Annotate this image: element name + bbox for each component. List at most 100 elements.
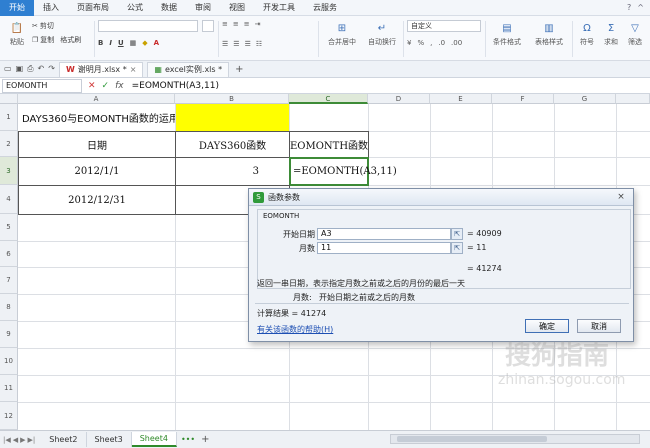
format-painter-button[interactable]: 格式刷 <box>60 35 81 45</box>
row-header[interactable]: 11 <box>0 375 18 402</box>
conditional-format-button[interactable]: ▤ 条件格式 <box>489 20 525 47</box>
collapse-dialog-icon[interactable]: ⇱ <box>451 242 463 254</box>
menu-developer[interactable]: 开发工具 <box>254 0 304 16</box>
redo-icon[interactable]: ↷ <box>48 64 55 74</box>
number-format-select[interactable]: 自定义 <box>407 20 481 32</box>
menu-formulas[interactable]: 公式 <box>118 0 152 16</box>
column-header[interactable]: B <box>175 94 289 104</box>
row-header[interactable]: 10 <box>0 348 18 375</box>
cell-a1[interactable]: DAYS360与EOMONTH函数的运用 <box>18 104 175 131</box>
align-top-icon[interactable]: ≡ <box>222 20 228 28</box>
menu-view[interactable]: 视图 <box>220 0 254 16</box>
paste-button[interactable]: 📋 粘贴 <box>4 20 30 47</box>
menu-page-layout[interactable]: 页面布局 <box>68 0 118 16</box>
menu-data[interactable]: 数据 <box>152 0 186 16</box>
collapse-dialog-icon[interactable]: ⇱ <box>451 228 463 240</box>
scrollbar-thumb[interactable] <box>397 436 547 442</box>
next-sheet-icon[interactable]: ▶ <box>20 436 25 444</box>
save-icon[interactable]: ▣ <box>16 64 24 74</box>
ok-button[interactable]: 确定 <box>525 319 569 333</box>
formula-input[interactable]: =EOMONTH(A3,11) <box>132 81 219 91</box>
months-input[interactable]: 11 <box>317 242 451 254</box>
cell-c3[interactable]: =EOMONTH(A3,11) <box>289 157 397 186</box>
column-header[interactable]: C <box>289 94 368 104</box>
percent-icon[interactable]: % <box>417 39 424 47</box>
document-tab[interactable]: ▦ excel实例.xls * <box>147 61 230 77</box>
filter-button[interactable]: ▽ 筛选 <box>624 20 646 47</box>
merge-center-button[interactable]: ⊞ 合并居中 <box>322 20 362 47</box>
select-all-corner[interactable] <box>0 94 18 104</box>
cell-b2[interactable]: DAYS360函数 <box>175 131 290 158</box>
close-tab-icon[interactable]: × <box>130 65 137 74</box>
cell-a4[interactable]: 2012/12/31 <box>18 185 176 215</box>
column-header[interactable]: D <box>368 94 430 104</box>
increase-decimal-icon[interactable]: .0 <box>438 39 445 47</box>
cut-button[interactable]: ✂ 剪切 <box>32 19 81 33</box>
close-icon[interactable]: × <box>613 191 629 204</box>
document-tab[interactable]: W 谢明月.xlsx * × <box>58 61 144 77</box>
row-header[interactable]: 7 <box>0 267 18 294</box>
bold-icon[interactable]: B <box>98 39 103 47</box>
row-header[interactable]: 4 <box>0 185 18 214</box>
menu-insert[interactable]: 插入 <box>34 0 68 16</box>
thousands-icon[interactable]: , <box>430 39 432 47</box>
row-header[interactable]: 8 <box>0 294 18 321</box>
collapse-ribbon-icon[interactable]: ^ <box>637 3 644 12</box>
italic-icon[interactable]: I <box>109 39 112 47</box>
undo-icon[interactable]: ↶ <box>38 64 45 74</box>
dialog-title-bar[interactable]: S 函数参数 × <box>249 189 633 206</box>
confirm-icon[interactable]: ✓ <box>102 81 110 91</box>
align-bottom-icon[interactable]: ≡ <box>244 20 250 28</box>
sheet-tab-sheet2[interactable]: Sheet2 <box>41 432 87 447</box>
borders-icon[interactable]: ▦ <box>130 39 137 47</box>
new-tab-icon[interactable]: + <box>235 64 243 75</box>
menu-cloud[interactable]: 云服务 <box>304 0 346 16</box>
start-date-input[interactable]: A3 <box>317 228 451 240</box>
align-right-icon[interactable]: ☰ <box>245 40 251 48</box>
align-center-icon[interactable]: ☰ <box>233 40 239 48</box>
cell-a3[interactable]: 2012/1/1 <box>18 157 176 186</box>
row-header[interactable]: 1 <box>0 104 18 131</box>
column-header[interactable]: F <box>492 94 554 104</box>
last-sheet-icon[interactable]: ▶| <box>28 436 36 444</box>
prev-sheet-icon[interactable]: ◀ <box>13 436 18 444</box>
folder-icon[interactable]: ▭ <box>4 64 12 74</box>
fill-color-icon[interactable]: ◆ <box>142 39 147 47</box>
row-header[interactable]: 9 <box>0 321 18 348</box>
distribute-icon[interactable]: ☷ <box>256 40 262 48</box>
insert-function-icon[interactable]: fx <box>115 81 124 91</box>
cancel-icon[interactable]: ✕ <box>88 81 96 91</box>
cell-b3[interactable]: 3 <box>175 157 290 186</box>
underline-icon[interactable]: U <box>118 39 124 47</box>
add-sheet-button[interactable]: + <box>201 434 209 445</box>
sheet-tab-sheet3[interactable]: Sheet3 <box>87 432 132 447</box>
more-sheets-icon[interactable]: ••• <box>181 435 195 444</box>
wrap-text-button[interactable]: ↵ 自动换行 <box>364 20 400 47</box>
menu-review[interactable]: 审阅 <box>186 0 220 16</box>
cell-b1[interactable] <box>176 104 289 131</box>
cell-a2[interactable]: 日期 <box>18 131 176 158</box>
sum-button[interactable]: Σ 求和 <box>600 20 622 47</box>
row-header[interactable]: 2 <box>0 131 18 157</box>
symbol-button[interactable]: Ω 符号 <box>576 20 598 47</box>
copy-button[interactable]: ❐ 复制 格式刷 <box>32 33 81 47</box>
print-icon[interactable]: ⎙ <box>27 64 33 74</box>
column-header[interactable]: G <box>554 94 616 104</box>
cell-c2[interactable]: EOMONTH函数 <box>289 131 369 158</box>
currency-icon[interactable]: ¥ <box>407 39 411 47</box>
align-middle-icon[interactable]: ≡ <box>233 20 239 28</box>
table-style-button[interactable]: ▥ 表格样式 <box>531 20 567 47</box>
row-header[interactable]: 12 <box>0 402 18 430</box>
help-link[interactable]: 有关该函数的帮助(H) <box>257 324 333 335</box>
column-header[interactable] <box>616 94 650 104</box>
row-header[interactable]: 5 <box>0 214 18 241</box>
indent-icon[interactable]: ⇥ <box>255 20 261 28</box>
column-header[interactable]: E <box>430 94 492 104</box>
align-left-icon[interactable]: ☰ <box>222 40 228 48</box>
sheet-tab-sheet4[interactable]: Sheet4 <box>131 432 177 447</box>
row-header[interactable]: 3 <box>0 157 18 185</box>
decrease-decimal-icon[interactable]: .00 <box>451 39 462 47</box>
font-size-select[interactable] <box>202 20 214 32</box>
help-icon[interactable]: ? <box>627 3 631 12</box>
row-header[interactable]: 6 <box>0 241 18 267</box>
